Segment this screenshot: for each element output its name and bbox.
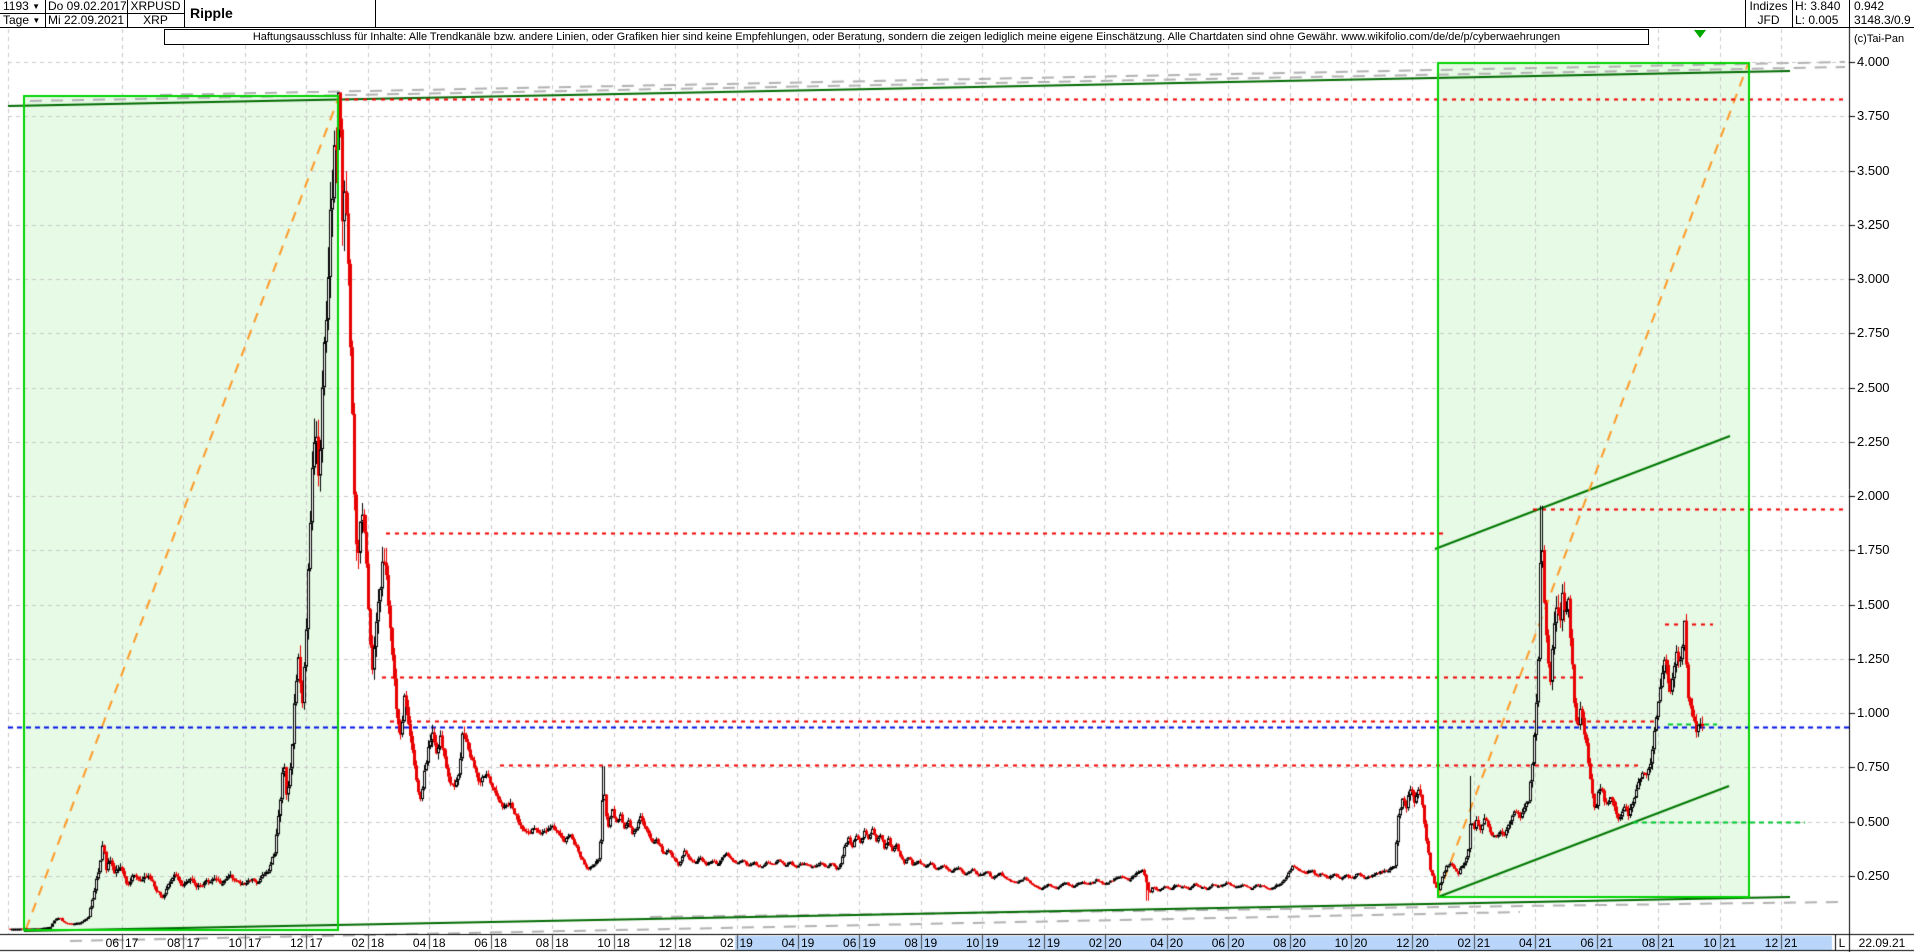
- x-axis-label: 0621: [1575, 936, 1619, 950]
- timeframe-dropdown[interactable]: Tage ▼: [3, 13, 43, 27]
- x-axis-label: 0420: [1145, 936, 1189, 950]
- x-axis-label: 0618: [469, 936, 513, 950]
- header-divider: [1745, 0, 1746, 27]
- y-axis-label: 1.500: [1857, 597, 1890, 613]
- x-axis-label: 0819: [899, 936, 943, 950]
- last-date-label: 22.09.21: [1852, 936, 1912, 950]
- y-axis-label: 4.000: [1857, 54, 1890, 70]
- chevron-down-icon: ▼: [32, 2, 40, 11]
- low-value: L: 0.005: [1795, 13, 1847, 27]
- x-axis-label: 0821: [1636, 936, 1680, 950]
- x-axis-label: 1218: [653, 936, 697, 950]
- current-price-tag: 0.942: [1850, 719, 1912, 736]
- x-axis-label: 1017: [223, 936, 267, 950]
- y-axis-label: 3.250: [1857, 217, 1890, 233]
- date-to-field[interactable]: Mi 22.09.2021: [48, 13, 126, 27]
- bars-count-value: 1193: [3, 0, 29, 13]
- symbol-label: XRPUSD: [127, 0, 184, 13]
- date-from-field[interactable]: Do 09.02.2017: [48, 0, 126, 13]
- chevron-down-icon: ▼: [32, 16, 40, 25]
- x-axis-label: 0218: [346, 936, 390, 950]
- x-axis-label: 1220: [1390, 936, 1434, 950]
- x-axis-label: 1021: [1698, 936, 1742, 950]
- x-axis-label: 0421: [1513, 936, 1557, 950]
- y-axis-label: 1.750: [1857, 542, 1890, 558]
- y-axis-label: 2.250: [1857, 434, 1890, 450]
- symbol-short-label: XRP: [127, 13, 184, 27]
- volume-value: 3148.3/0.9: [1854, 13, 1912, 27]
- x-axis-label: 1217: [284, 936, 328, 950]
- y-axis-label: 0.500: [1857, 814, 1890, 830]
- x-axis-label: 0221: [1452, 936, 1496, 950]
- timeframe-value: Tage: [3, 13, 29, 27]
- disclaimer-text-box: Haftungsausschluss für Inhalte: Alle Tre…: [164, 29, 1649, 45]
- x-axis-label: 0620: [1206, 936, 1250, 950]
- last-marker-label: L: [1836, 936, 1848, 950]
- x-axis-label: 1018: [592, 936, 636, 950]
- taipan-chart-window: 1193 ▼ Tage ▼ Do 09.02.2017 Mi 22.09.202…: [0, 0, 1914, 952]
- x-axis-label: 0617: [100, 936, 144, 950]
- header-divider: [0, 13, 184, 14]
- y-axis-label: 0.750: [1857, 759, 1890, 775]
- last-bar-marker-icon: [1694, 30, 1706, 38]
- header-divider: [1792, 0, 1793, 27]
- price-chart-canvas[interactable]: [0, 0, 1914, 952]
- x-axis-label: 0220: [1083, 936, 1127, 950]
- y-axis-label: 3.500: [1857, 163, 1890, 179]
- x-axis-label: 1219: [1022, 936, 1066, 950]
- header-divider: [1849, 0, 1850, 27]
- y-axis-label: 0.250: [1857, 868, 1890, 884]
- y-axis-label: 2.500: [1857, 380, 1890, 396]
- last-price-value: 0.942: [1854, 0, 1912, 13]
- y-axis-label: 1.250: [1857, 651, 1890, 667]
- y-axis-label: 2.000: [1857, 488, 1890, 504]
- y-axis-label: 1.000: [1857, 705, 1890, 721]
- x-axis-label: 0219: [715, 936, 759, 950]
- instrument-title: Ripple: [190, 0, 370, 27]
- x-axis-label: 0619: [837, 936, 881, 950]
- x-axis-label: 0818: [530, 936, 574, 950]
- x-axis-label: 1221: [1759, 936, 1803, 950]
- x-axis-label: 0820: [1268, 936, 1312, 950]
- x-axis-label: 1020: [1329, 936, 1373, 950]
- x-axis-label: 0418: [407, 936, 451, 950]
- header-divider: [184, 0, 185, 27]
- copyright-label: (c)Tai-Pan: [1854, 33, 1904, 45]
- y-axis-label: 2.750: [1857, 325, 1890, 341]
- broker-label: JFD: [1745, 13, 1792, 27]
- bars-count-dropdown[interactable]: 1193 ▼: [3, 0, 43, 13]
- high-value: H: 3.840: [1795, 0, 1847, 13]
- y-axis-label: 3.750: [1857, 108, 1890, 124]
- y-axis-label: 3.000: [1857, 271, 1890, 287]
- x-axis-label: 1019: [960, 936, 1004, 950]
- x-axis-label: 0419: [776, 936, 820, 950]
- header-bottom-border: [0, 27, 1914, 28]
- exchange-label: Indizes: [1745, 0, 1792, 13]
- header-divider: [375, 0, 376, 27]
- x-axis-label: 0817: [161, 936, 205, 950]
